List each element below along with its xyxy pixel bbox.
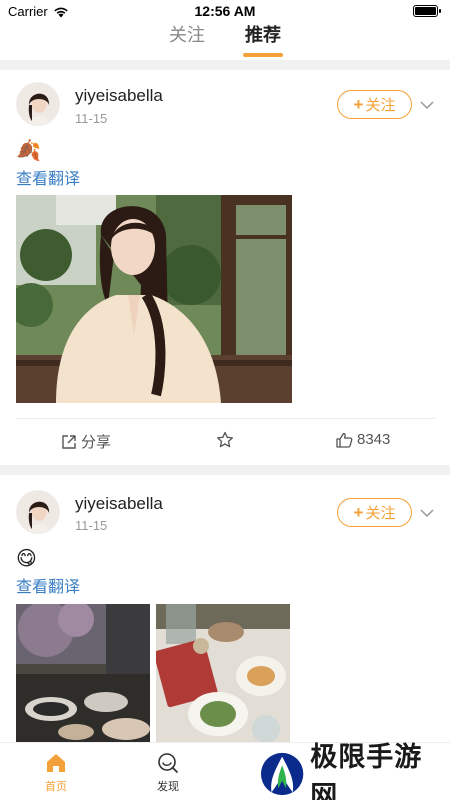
tab-recommended[interactable]: 推荐 <box>243 22 283 58</box>
home-icon <box>47 754 65 772</box>
username[interactable]: yiyeisabella <box>75 86 163 106</box>
post-image[interactable] <box>156 604 290 742</box>
status-bar: Carrier 12:56 AM <box>0 0 450 22</box>
plus-icon: + <box>353 95 364 114</box>
watermark: 极限手游网 <box>260 742 445 800</box>
avatar[interactable] <box>16 490 60 534</box>
post-date: 11-15 <box>75 111 108 126</box>
favorite-button[interactable] <box>216 431 234 449</box>
tab-home-label: 首页 <box>45 781 67 793</box>
plus-icon: + <box>353 503 364 522</box>
dining-photo <box>16 604 150 742</box>
avatar-image <box>17 491 59 533</box>
like-button[interactable]: 8343 <box>336 431 390 448</box>
feed-tabs: 关注 推荐 <box>0 22 450 58</box>
username[interactable]: yiyeisabella <box>75 494 163 514</box>
battery-icon <box>413 5 441 17</box>
section-divider <box>0 465 450 475</box>
like-count: 8343 <box>357 431 391 448</box>
post-card: yiyeisabella 11-15 + 关注 😋 查看翻译 <box>0 475 450 742</box>
post-actions: 分享 8343 <box>16 418 435 462</box>
discover-icon <box>158 753 178 773</box>
tab-recommended-label: 推荐 <box>245 25 281 45</box>
share-label: 分享 <box>81 434 112 451</box>
tab-following[interactable]: 关注 <box>169 22 205 58</box>
follow-label: 关注 <box>365 505 396 522</box>
share-icon <box>62 434 76 449</box>
follow-label: 关注 <box>365 97 396 114</box>
food-photo <box>156 604 290 742</box>
post-emoji: 😋 <box>16 548 37 570</box>
translate-link[interactable]: 查看翻译 <box>16 573 80 597</box>
section-divider <box>0 60 450 70</box>
tab-following-label: 关注 <box>169 25 205 45</box>
portrait-photo <box>16 195 292 403</box>
thumbs-up-icon <box>336 432 353 448</box>
watermark-logo <box>260 752 304 796</box>
chevron-down-icon[interactable] <box>420 98 434 112</box>
post-card: yiyeisabella 11-15 + 关注 🍂 查看翻译 分享 8343 <box>0 70 450 465</box>
post-date: 11-15 <box>75 518 108 533</box>
translate-link[interactable]: 查看翻译 <box>16 165 80 189</box>
post-image[interactable] <box>16 195 292 403</box>
avatar-image <box>17 83 59 125</box>
avatar[interactable] <box>16 82 60 126</box>
share-button[interactable]: 分享 <box>61 431 111 452</box>
chevron-down-icon[interactable] <box>420 506 434 520</box>
follow-button[interactable]: + 关注 <box>337 90 412 119</box>
clock: 12:56 AM <box>194 3 256 19</box>
battery-fill <box>415 7 436 15</box>
post-image[interactable] <box>16 604 150 742</box>
star-icon <box>216 431 234 448</box>
tab-home[interactable]: 首页 <box>26 751 86 794</box>
tab-discover-label: 发现 <box>157 781 179 793</box>
tab-discover[interactable]: 发现 <box>138 751 198 794</box>
watermark-text: 极限手游网 <box>310 742 423 800</box>
follow-button[interactable]: + 关注 <box>337 498 412 527</box>
post-emoji: 🍂 <box>16 140 41 162</box>
active-tab-indicator <box>243 53 283 57</box>
